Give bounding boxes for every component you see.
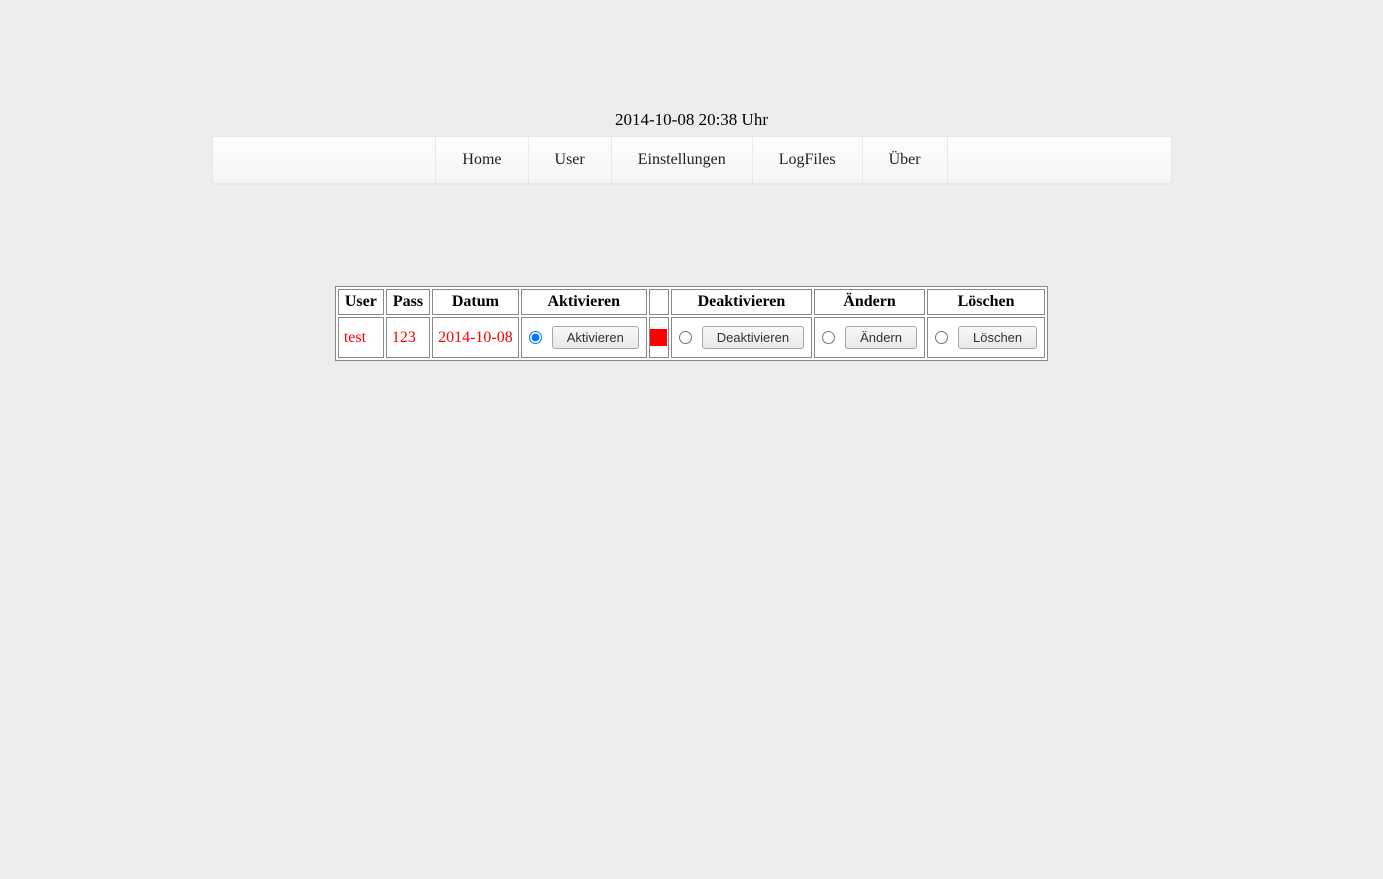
cell-deactivate: Deaktivieren bbox=[671, 317, 812, 358]
radio-activate[interactable] bbox=[529, 331, 542, 344]
delete-button[interactable]: Löschen bbox=[958, 326, 1037, 349]
nav-about[interactable]: Über bbox=[863, 137, 948, 183]
deactivate-button[interactable]: Deaktivieren bbox=[702, 326, 804, 349]
th-delete: Löschen bbox=[927, 289, 1045, 315]
cell-date: 2014-10-08 bbox=[432, 317, 519, 358]
th-status bbox=[649, 289, 669, 315]
table-row: test 123 2014-10-08 Aktivieren Deaktivie… bbox=[338, 317, 1045, 358]
cell-delete: Löschen bbox=[927, 317, 1045, 358]
th-user: User bbox=[338, 289, 384, 315]
nav-home[interactable]: Home bbox=[435, 137, 528, 183]
change-button[interactable]: Ändern bbox=[845, 326, 917, 349]
cell-activate: Aktivieren bbox=[521, 317, 647, 358]
th-deactivate: Deaktivieren bbox=[671, 289, 812, 315]
cell-user: test bbox=[338, 317, 384, 358]
nav-logfiles[interactable]: LogFiles bbox=[753, 137, 863, 183]
th-pass: Pass bbox=[386, 289, 430, 315]
cell-change: Ändern bbox=[814, 317, 925, 358]
radio-deactivate[interactable] bbox=[679, 331, 692, 344]
th-date: Datum bbox=[432, 289, 519, 315]
nav-settings[interactable]: Einstellungen bbox=[612, 137, 753, 183]
radio-delete[interactable] bbox=[935, 331, 948, 344]
table-header-row: User Pass Datum Aktivieren Deaktivieren … bbox=[338, 289, 1045, 315]
page-timestamp: 2014-10-08 20:38 Uhr bbox=[212, 110, 1172, 130]
cell-pass: 123 bbox=[386, 317, 430, 358]
nav-user[interactable]: User bbox=[529, 137, 612, 183]
th-activate: Aktivieren bbox=[521, 289, 647, 315]
th-change: Ändern bbox=[814, 289, 925, 315]
activate-button[interactable]: Aktivieren bbox=[552, 326, 639, 349]
cell-status bbox=[649, 317, 669, 358]
main-nav: Home User Einstellungen LogFiles Über bbox=[212, 136, 1172, 184]
status-indicator-icon bbox=[650, 329, 667, 346]
user-table: User Pass Datum Aktivieren Deaktivieren … bbox=[335, 286, 1048, 361]
radio-change[interactable] bbox=[822, 331, 835, 344]
